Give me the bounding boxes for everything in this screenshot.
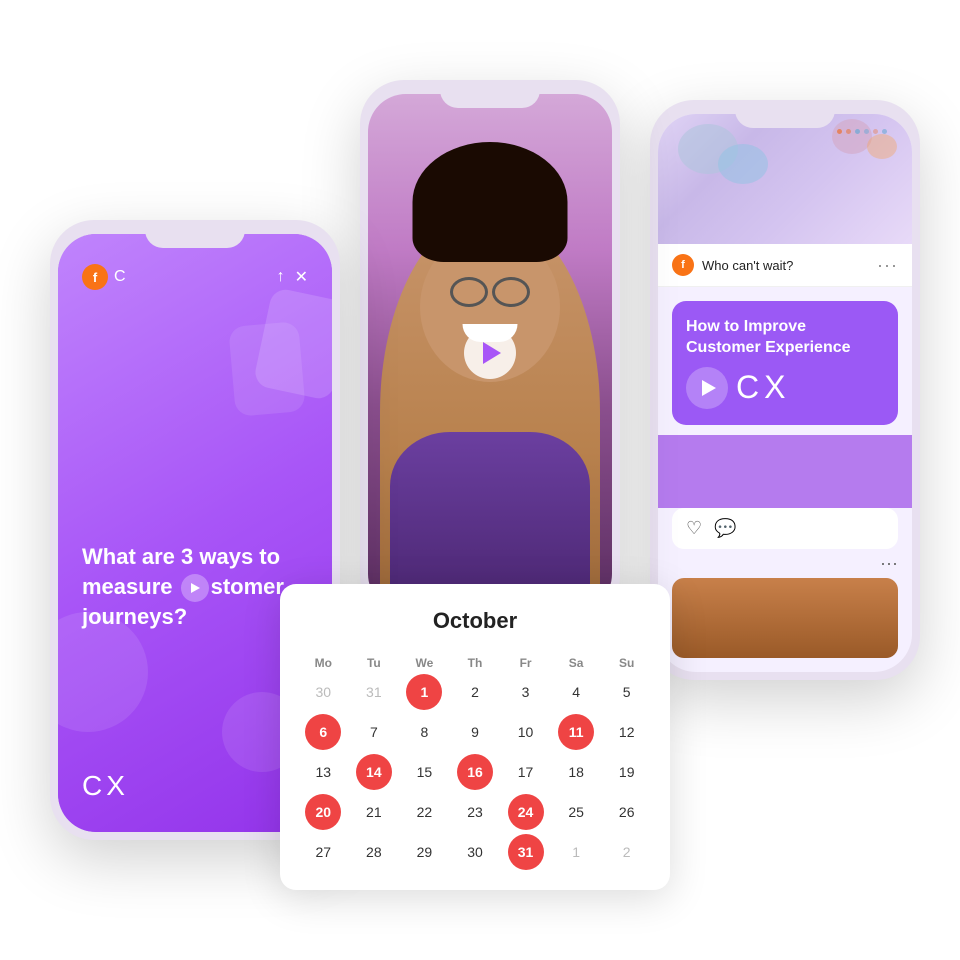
calendar-day-30[interactable]: 30 [457,834,493,870]
right-more-options[interactable]: ··· [877,255,898,276]
cx-card-title: How to Improve Customer Experience [686,317,884,359]
calendar-day-5[interactable]: 5 [609,674,645,710]
calendar-grid: Mo Tu We Th Fr Sa Su [300,652,650,674]
calendar-day-31[interactable]: 31 [508,834,544,870]
calendar-day-15[interactable]: 15 [406,754,442,790]
calendar-day-2[interactable]: 2 [457,674,493,710]
comment-icon[interactable]: 💬 [714,518,736,539]
cal-header-fr: Fr [502,652,549,674]
play-button-middle[interactable] [464,327,516,379]
calendar-day-11[interactable]: 11 [558,714,594,750]
phone-right: f Who can't wait? ··· How to Improve Cus… [650,100,920,680]
calendar-day-28[interactable]: 28 [356,834,392,870]
decorative-cards [212,294,332,454]
calendar-day-22[interactable]: 22 [406,794,442,830]
cx-promo-card: How to Improve Customer Experience CX [672,301,898,425]
phone-middle [360,80,620,620]
right-logo-icon: f [672,254,694,276]
cal-header-su: Su [603,652,650,674]
calendar-day-18[interactable]: 18 [558,754,594,790]
cal-header-we: We [401,652,448,674]
calendar-day-30[interactable]: 30 [305,674,341,710]
calendar-day-17[interactable]: 17 [508,754,544,790]
calendar-day-25[interactable]: 25 [558,794,594,830]
right-post-header: f Who can't wait? ··· [658,244,912,287]
deco-card-2 [228,321,306,417]
left-logo: f C [82,264,128,290]
scene: f Who can't wait? ··· How to Improve Cus… [30,20,930,940]
left-top-bar: f C ↑ ✕ [82,264,308,290]
right-engagement-bar: ♡ 💬 [672,508,898,549]
left-cx-label: CX [82,770,129,802]
calendar-day-27[interactable]: 27 [305,834,341,870]
calendar-day-3[interactable]: 3 [508,674,544,710]
right-content: f Who can't wait? ··· How to Improve Cus… [658,114,912,672]
calendar-day-23[interactable]: 23 [457,794,493,830]
food-photo [672,578,898,658]
calendar-day-26[interactable]: 26 [609,794,645,830]
watercolor-blob-4 [718,144,768,184]
watercolor-blob-2 [832,119,872,154]
close-icon[interactable]: ✕ [295,267,308,287]
left-logo-icon: f [82,264,108,290]
right-purple-section [658,435,912,508]
heart-icon[interactable]: ♡ [686,518,702,539]
up-arrow-icon[interactable]: ↑ [277,268,285,286]
calendar-day-16[interactable]: 16 [457,754,493,790]
watercolor-blob-3 [867,134,897,159]
left-bottom-bar: CX ➤ [82,770,308,802]
calendar-day-1[interactable]: 1 [558,834,594,870]
left-logo-label: C [114,268,128,286]
calendar-day-20[interactable]: 20 [305,794,341,830]
calendar-day-29[interactable]: 29 [406,834,442,870]
right-screen: f Who can't wait? ··· How to Improve Cus… [658,114,912,672]
calendar-day-1[interactable]: 1 [406,674,442,710]
calendar-day-19[interactable]: 19 [609,754,645,790]
cx-card-play-button[interactable] [686,367,728,409]
calendar-day-4[interactable]: 4 [558,674,594,710]
calendar-day-14[interactable]: 14 [356,754,392,790]
play-icon-inline [181,574,209,602]
middle-content [368,94,612,612]
right-bottom-image [672,578,898,658]
calendar-day-10[interactable]: 10 [508,714,544,750]
calendar-day-12[interactable]: 12 [609,714,645,750]
calendar-day-2[interactable]: 2 [609,834,645,870]
calendar-day-24[interactable]: 24 [508,794,544,830]
cal-header-mo: Mo [300,652,347,674]
calendar-day-7[interactable]: 7 [356,714,392,750]
cal-header-sa: Sa [553,652,600,674]
cal-header-tu: Tu [351,652,398,674]
right-item-more[interactable]: ··· [658,549,912,578]
middle-screen [368,94,612,612]
left-top-actions: ↑ ✕ [277,267,308,287]
right-post-caption: Who can't wait? [702,258,869,273]
calendar-day-6[interactable]: 6 [305,714,341,750]
right-top-image [658,114,912,244]
calendar-day-13[interactable]: 13 [305,754,341,790]
calendar-days: 3031123456789101112131415161718192021222… [300,674,650,870]
calendar-day-9[interactable]: 9 [457,714,493,750]
cal-header-th: Th [452,652,499,674]
calendar-day-21[interactable]: 21 [356,794,392,830]
calendar-day-31[interactable]: 31 [356,674,392,710]
cx-card-bottom-row: CX [686,367,884,409]
cx-card-label: CX [736,369,790,406]
calendar-card: October Mo Tu We Th Fr Sa Su 30311234567… [280,584,670,890]
calendar-day-8[interactable]: 8 [406,714,442,750]
calendar-month: October [300,608,650,634]
